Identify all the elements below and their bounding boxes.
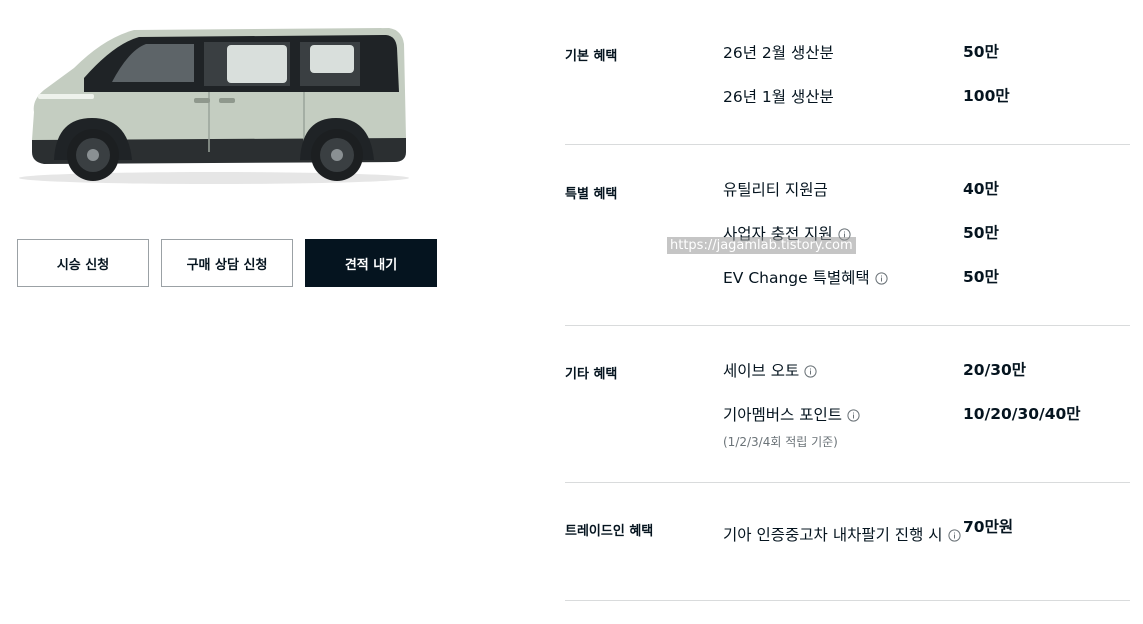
- group-title: 기타 혜택: [565, 367, 618, 382]
- get-quote-button[interactable]: 견적 내기: [305, 239, 437, 287]
- benefit-item: 기아멤버스 포인트 10/20/30/40만 (1/2/3/4회 적립 기준): [723, 405, 1123, 450]
- benefit-name: 세이브 오토: [723, 362, 800, 380]
- benefit-value: 70만원: [963, 518, 1014, 536]
- benefit-item: 26년 1월 생산분 100만: [723, 87, 1123, 106]
- info-icon[interactable]: [947, 528, 961, 542]
- benefit-name: 기아멤버스 포인트: [723, 406, 843, 424]
- benefit-item: 유틸리티 지원금 40만: [723, 180, 1123, 199]
- benefit-value: 10/20/30/40만: [963, 405, 1081, 423]
- test-drive-button[interactable]: 시승 신청: [17, 239, 149, 287]
- benefit-item: 26년 2월 생산분 50만: [723, 43, 1123, 62]
- benefit-name: EV Change 특별혜택: [723, 269, 870, 287]
- vehicle-image: [19, 28, 409, 184]
- benefit-value: 50만: [963, 43, 999, 61]
- info-icon[interactable]: [804, 364, 817, 378]
- info-icon[interactable]: [847, 408, 860, 422]
- benefit-item: 세이브 오토 20/30만: [723, 361, 1123, 380]
- benefit-name: 26년 1월 생산분: [723, 88, 834, 106]
- benefit-name: 기아 인증중고차: [723, 526, 828, 544]
- benefit-name: 26년 2월 생산분: [723, 44, 834, 62]
- benefit-note: (1/2/3/4회 적립 기준): [723, 435, 838, 449]
- benefit-value: 20/30만: [963, 361, 1027, 379]
- benefit-item: 기아 인증중고차 내차팔기 진행 시 70만원: [723, 518, 1123, 544]
- benefit-value: 50만: [963, 224, 999, 242]
- benefit-value: 100만: [963, 87, 1010, 105]
- watermark: https://jagamlab.tistory.com: [667, 237, 856, 254]
- benefit-item: EV Change 특별혜택 50만: [723, 268, 1123, 287]
- benefit-name: 유틸리티 지원금: [723, 181, 828, 199]
- group-title: 기본 혜택: [565, 49, 618, 64]
- group-title: 트레이드인 혜택: [565, 524, 654, 539]
- benefit-value: 50만: [963, 268, 999, 286]
- benefit-group-tradein: 트레이드인 혜택 기아 인증중고차 내차팔기 진행 시 70만원: [565, 483, 1130, 601]
- benefits-table: 기본 혜택 26년 2월 생산분 50만 26년 1월 생산분 100만 특별 …: [565, 0, 1130, 601]
- benefit-group-basic: 기본 혜택 26년 2월 생산분 50만 26년 1월 생산분 100만: [565, 0, 1130, 145]
- action-buttons: 시승 신청 구매 상담 신청 견적 내기: [17, 239, 437, 287]
- benefit-name-line2: 내차팔기 진행 시: [832, 526, 943, 544]
- benefit-value: 40만: [963, 180, 999, 198]
- benefit-group-special: 특별 혜택 유틸리티 지원금 40만 사업자 충전 지원 50만 EV Chan…: [565, 145, 1130, 326]
- purchase-consult-button[interactable]: 구매 상담 신청: [161, 239, 293, 287]
- benefit-group-other: 기타 혜택 세이브 오토 20/30만 기아멤버스 포인트 10/20/30/4…: [565, 326, 1130, 483]
- info-icon[interactable]: [875, 271, 888, 285]
- group-title: 특별 혜택: [565, 187, 618, 202]
